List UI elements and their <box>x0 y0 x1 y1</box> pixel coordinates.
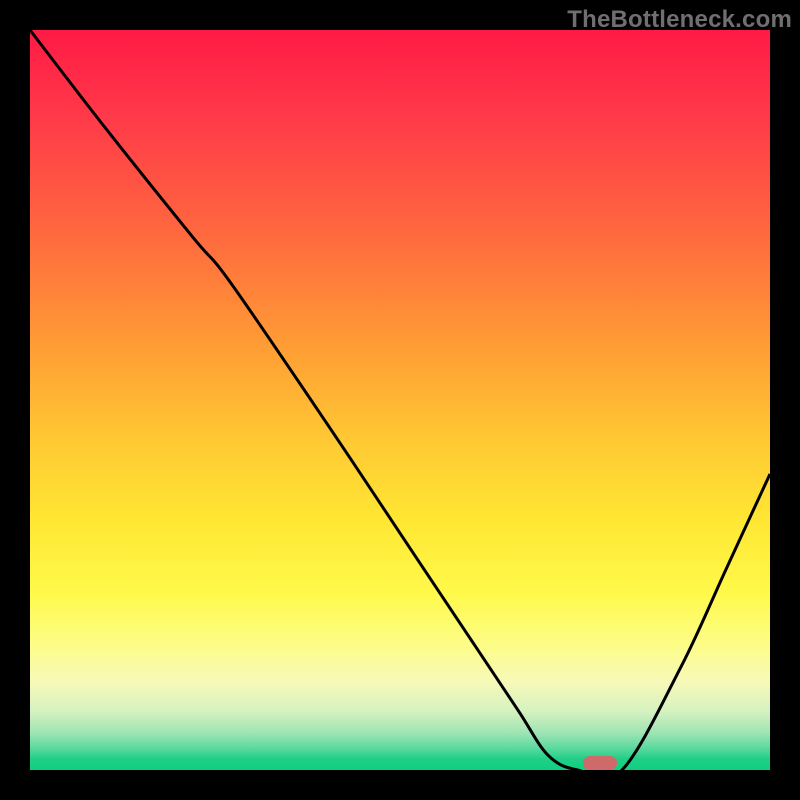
plot-area <box>30 30 770 770</box>
watermark-text: TheBottleneck.com <box>567 6 792 34</box>
bottleneck-curve <box>30 30 770 770</box>
optimal-marker <box>583 756 617 770</box>
chart-frame: TheBottleneck.com <box>0 0 800 800</box>
bottleneck-curve-path <box>30 30 770 770</box>
